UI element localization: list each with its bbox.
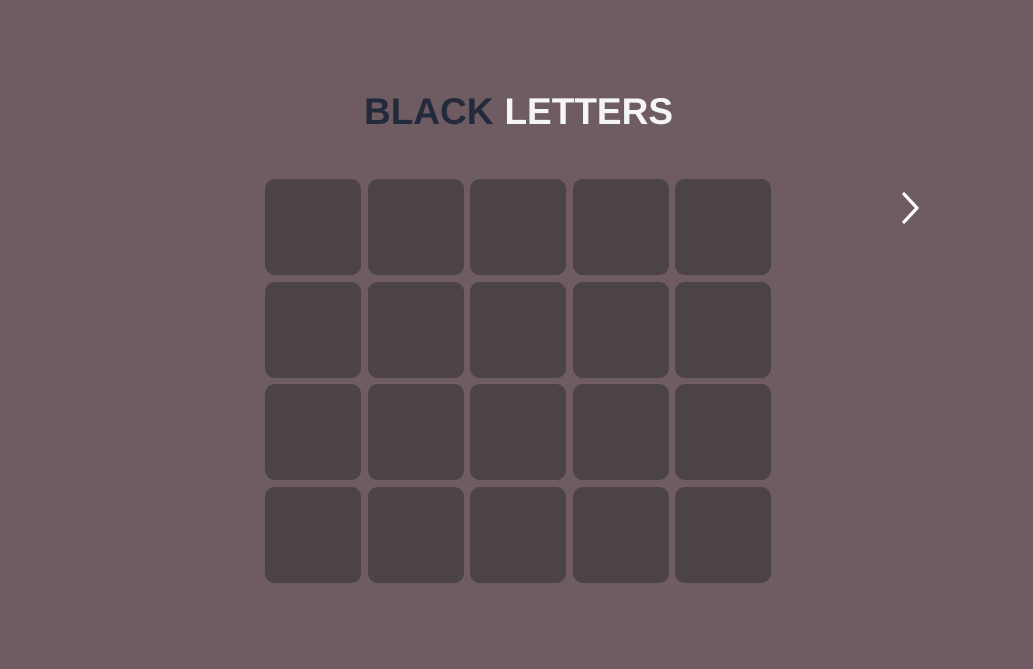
grid-cell[interactable] [572, 486, 669, 583]
page-title: BLACK LETTERS [0, 90, 1033, 134]
grid-cell[interactable] [265, 179, 361, 275]
grid-cell[interactable] [470, 486, 566, 583]
next-button[interactable] [892, 188, 930, 228]
grid-cell[interactable] [470, 179, 566, 275]
grid-cell[interactable] [572, 281, 669, 378]
grid-cell[interactable] [572, 179, 669, 275]
letter-grid [265, 179, 771, 583]
grid-cell[interactable] [265, 486, 361, 583]
grid-cell[interactable] [470, 384, 566, 480]
grid-cell[interactable] [675, 281, 771, 378]
grid-cell[interactable] [265, 281, 361, 378]
grid-cell[interactable] [675, 384, 771, 480]
grid-cell[interactable] [675, 179, 771, 275]
grid-cell[interactable] [470, 281, 566, 378]
grid-cell[interactable] [265, 384, 361, 480]
title-word-letters: LETTERS [504, 91, 674, 132]
grid-cell[interactable] [367, 486, 464, 583]
grid-cell[interactable] [675, 486, 771, 583]
grid-cell[interactable] [367, 179, 464, 275]
grid-cell[interactable] [572, 384, 669, 480]
chevron-right-icon [902, 192, 919, 224]
grid-cell[interactable] [367, 281, 464, 378]
title-word-black: BLACK [363, 91, 494, 132]
grid-cell[interactable] [367, 384, 464, 480]
